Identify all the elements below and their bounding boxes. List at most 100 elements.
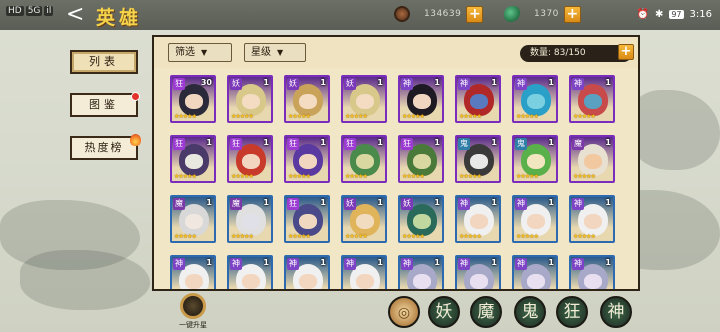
hero-card[interactable]: 狂 1 ★★★★★ [398, 135, 444, 183]
hero-card[interactable]: 妖 1 ★★★★★ [227, 75, 273, 123]
hero-card[interactable]: 妖 1 ★★★★★ [341, 75, 387, 123]
menu-atlas-button[interactable]: 图鉴 [70, 92, 140, 117]
hero-card[interactable]: 狂 1 ★★★★★ [170, 135, 216, 183]
hero-level: 1 [605, 78, 611, 87]
hero-card[interactable]: 神1★★★★★ [569, 195, 615, 243]
hero-level: 1 [377, 138, 383, 147]
back-button[interactable]: < [66, 3, 90, 27]
class-badge: 狂 [230, 138, 242, 150]
class-badge: 神 [401, 78, 413, 90]
hero-face [413, 214, 431, 229]
hero-card[interactable]: 神1★★★★★ [569, 75, 615, 123]
hero-card[interactable]: 妖 1 ★★★★★ [284, 75, 330, 123]
class-badge: 神 [515, 78, 527, 90]
ink-mountain-right [628, 90, 720, 170]
hero-face [185, 214, 203, 229]
hero-card[interactable]: 神1★★★★★ [455, 255, 501, 289]
hero-card[interactable]: 鬼 1 ★★★★★ [455, 135, 501, 183]
hero-level: 1 [491, 78, 497, 87]
hero-level: 1 [377, 78, 383, 87]
hero-card[interactable]: 神1★★★★★ [455, 195, 501, 243]
hero-level: 1 [434, 198, 440, 207]
filter-dropdown[interactable]: 筛选 ▼ [168, 43, 232, 62]
hero-card[interactable]: 神1★★★★★ [512, 75, 558, 123]
hero-card[interactable]: 魔 1 ★★★★★ [569, 135, 615, 183]
menu-list-label: 列表 [89, 55, 119, 68]
hero-face [470, 274, 488, 289]
tab-kuang-button[interactable]: 狂 [556, 296, 588, 328]
hero-card[interactable]: 狂 1 ★★★★★ [341, 135, 387, 183]
star-dropdown[interactable]: 星级 ▼ [244, 43, 306, 62]
jade-icon [504, 6, 520, 22]
hero-card[interactable]: 神1★★★★★ [512, 195, 558, 243]
hero-face [242, 94, 260, 109]
star-rating: ★★★★★ [174, 233, 197, 240]
tab-yao-button[interactable]: 妖 [428, 296, 460, 328]
class-badge: 神 [458, 258, 470, 270]
hero-level: 1 [206, 138, 212, 147]
hero-card[interactable]: 狂 1 ★★★★★ [284, 135, 330, 183]
menu-atlas-label: 图鉴 [89, 98, 119, 111]
star-label: 星级 [251, 47, 271, 58]
hero-card[interactable]: 狂 30 ★★★★★ [170, 75, 216, 123]
class-badge: 魔 [173, 198, 185, 210]
hero-card[interactable]: 妖 1 ★★★★★ [341, 195, 387, 243]
hero-card[interactable]: 妖 1 ★★★★★ [398, 195, 444, 243]
hero-face [299, 274, 317, 289]
menu-list-button[interactable]: 列表 [70, 50, 138, 74]
hero-card[interactable]: 狂 1 ★★★★★ [284, 195, 330, 243]
hero-face [527, 94, 545, 109]
hero-face [527, 214, 545, 229]
hero-face [185, 154, 203, 169]
hero-card[interactable]: 神1★★★★★ [455, 75, 501, 123]
hero-face [470, 214, 488, 229]
hero-face [584, 94, 602, 109]
add-jade-button[interactable]: + [563, 5, 581, 23]
class-badge: 神 [572, 78, 584, 90]
menu-popularity-button[interactable]: 热度榜 [70, 134, 141, 160]
caret-down-icon: ▼ [277, 48, 284, 57]
hero-card[interactable]: 神1★★★★★ [284, 255, 330, 289]
hero-level: 1 [491, 258, 497, 267]
expand-capacity-button[interactable]: + [618, 44, 634, 60]
hero-card[interactable]: 魔 1 ★★★★★ [170, 195, 216, 243]
notification-dot-icon [131, 92, 140, 101]
class-badge: 鬼 [515, 138, 527, 150]
class-badge: 神 [173, 258, 185, 270]
hero-card[interactable]: 神1★★★★★ [170, 255, 216, 289]
one-click-upgrade-button[interactable]: 一键升星 [168, 293, 218, 332]
hero-card[interactable]: 神1★★★★★ [569, 255, 615, 289]
hero-face [356, 214, 374, 229]
class-badge: 妖 [344, 78, 356, 90]
hero-card[interactable]: 神1★★★★★ [341, 255, 387, 289]
hero-card[interactable]: 神1★★★★★ [512, 255, 558, 289]
hero-face [584, 154, 602, 169]
hero-card[interactable]: 鬼 1 ★★★★★ [512, 135, 558, 183]
hero-card[interactable]: 神1★★★★★ [398, 255, 444, 289]
star-rating: ★★★★★ [573, 173, 596, 180]
hero-face [413, 274, 431, 289]
top-bar: HD 5G il < 英雄 134639 + 1370 + ⏰ ✱ 97 3:1… [0, 0, 720, 30]
hero-face [242, 214, 260, 229]
add-coin-button[interactable]: + [466, 5, 484, 23]
hero-face [413, 154, 431, 169]
5g-indicator: 5G [25, 6, 43, 16]
coin-icon [394, 6, 410, 22]
tab-shen-button[interactable]: 神 [600, 296, 632, 328]
hero-face [470, 94, 488, 109]
hero-list-panel: 筛选 ▼ 星级 ▼ 数量: 83/150 + 狂 30 ★★★★★ 妖 1 ★★★★★ 妖 1 ★★… [152, 35, 640, 291]
system-status: ⏰ ✱ 97 3:16 [637, 9, 713, 20]
tab-all-button[interactable]: ◎ [388, 296, 420, 328]
tab-gui-button[interactable]: 鬼 [514, 296, 546, 328]
hero-grid: 狂 30 ★★★★★ 妖 1 ★★★★★ 妖 1 ★★★★★ 妖 1 ★★★★★ 神 1 ★★★★★ 神 1 ★★… [162, 75, 632, 289]
hero-card[interactable]: 神1★★★★★ [398, 75, 444, 123]
star-rating: ★★★★★ [231, 113, 254, 120]
star-rating: ★★★★★ [459, 233, 482, 240]
class-badge: 狂 [287, 138, 299, 150]
hero-card[interactable]: 神1★★★★★ [227, 255, 273, 289]
hero-level: 1 [263, 258, 269, 267]
tab-mo-button[interactable]: 魔 [470, 296, 502, 328]
hero-card[interactable]: 狂 1 ★★★★★ [227, 135, 273, 183]
hero-card[interactable]: 魔 1 ★★★★★ [227, 195, 273, 243]
tab-label: 狂 [563, 302, 581, 322]
